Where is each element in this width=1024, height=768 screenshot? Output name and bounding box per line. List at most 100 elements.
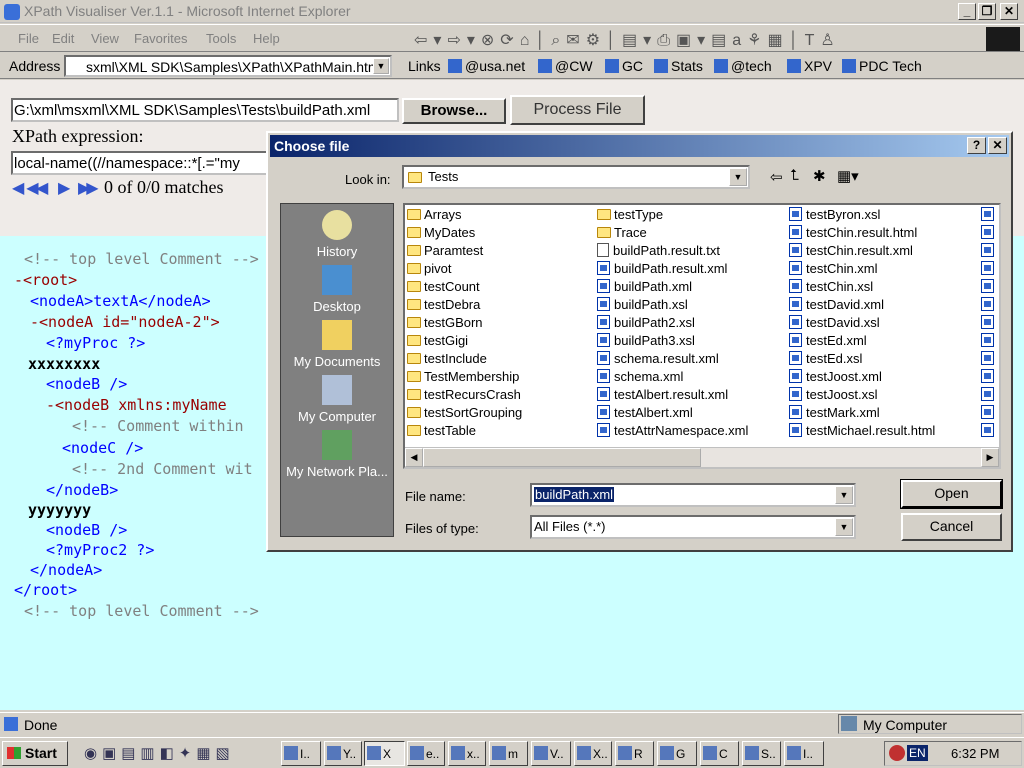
restore-button[interactable]: ❐ — [978, 3, 996, 20]
minimize-button[interactable]: _ — [958, 3, 976, 20]
file-list-item[interactable]: testDavid.xsl — [789, 315, 880, 333]
file-list-item[interactable]: buildPath3.xsl — [597, 333, 695, 351]
file-list-item-partial[interactable] — [981, 279, 998, 297]
file-list-item[interactable]: Paramtest — [407, 243, 483, 261]
look-in-dropdown-icon[interactable]: ▼ — [729, 168, 747, 186]
menu-favorites[interactable]: Favorites — [134, 31, 187, 46]
dialog-close-button[interactable]: ✕ — [988, 137, 1007, 154]
xpath-input[interactable]: local-name((//namespace::*[.="my — [11, 151, 271, 175]
file-name-input[interactable]: buildPath.xml ▼ — [530, 483, 856, 507]
link-tech[interactable]: @tech — [714, 58, 772, 74]
file-list-item[interactable]: testType — [597, 207, 663, 225]
file-list-item[interactable]: testMichael.result.html — [789, 423, 935, 441]
view-menu-icon[interactable]: ▦▾ — [837, 167, 859, 185]
file-path-input[interactable]: G:\xml\msxml\XML SDK\Samples\Tests\build… — [11, 98, 399, 122]
taskbar-task[interactable]: Y.. — [324, 741, 362, 766]
taskbar-task[interactable]: X — [364, 741, 405, 766]
file-list-item[interactable]: buildPath.result.txt — [597, 243, 720, 261]
link-pdc-tech[interactable]: PDC Tech — [842, 58, 922, 74]
files-of-type-select[interactable]: All Files (*.*) ▼ — [530, 515, 856, 539]
file-list-hscrollbar[interactable]: ◀ ▶ — [405, 447, 999, 467]
file-list-item[interactable]: testChin.result.xml — [789, 243, 913, 261]
link-gc[interactable]: GC — [605, 58, 643, 74]
taskbar-task[interactable]: x.. — [448, 741, 486, 766]
file-list-item-partial[interactable] — [981, 351, 998, 369]
link-cw[interactable]: @CW — [538, 58, 593, 74]
taskbar-task[interactable]: V.. — [531, 741, 571, 766]
taskbar-task[interactable]: m — [489, 741, 528, 766]
help-button[interactable]: ? — [967, 137, 986, 154]
cancel-button[interactable]: Cancel — [901, 513, 1002, 541]
look-in-select[interactable]: Tests ▼ — [402, 165, 750, 189]
file-list-item[interactable]: testMark.xml — [789, 405, 880, 423]
file-list-item[interactable]: testCount — [407, 279, 480, 297]
back-icon[interactable]: ⇦ — [770, 168, 783, 186]
process-file-button[interactable]: Process File — [510, 95, 645, 125]
xml-line[interactable]: -<nodeA id="nodeA-2"> — [30, 313, 220, 331]
file-list-item-partial[interactable] — [981, 333, 998, 351]
file-list-item[interactable]: MyDates — [407, 225, 475, 243]
toolbar-icons[interactable]: ⇦▾⇨▾⊗⟳⌂│⌕✉⚙│▤▾⎙▣▾▤a⚘▦│T♙ — [414, 30, 841, 50]
file-list-item-partial[interactable] — [981, 369, 998, 387]
file-list-item[interactable]: testRecursCrash — [407, 387, 521, 405]
taskbar-task[interactable]: R — [615, 741, 654, 766]
place-my-documents[interactable]: My Documents — [281, 320, 393, 369]
quick-launch-icons[interactable]: ◉▣▤▥◧✦▦▧ — [84, 744, 235, 762]
file-list-item[interactable]: testDavid.xml — [789, 297, 884, 315]
close-button[interactable]: ✕ — [1000, 3, 1018, 20]
file-list-item[interactable]: testJoost.xsl — [789, 387, 878, 405]
file-list-item-partial[interactable] — [981, 225, 998, 243]
scroll-thumb[interactable] — [423, 448, 701, 467]
place-my-network[interactable]: My Network Pla... — [281, 430, 393, 479]
browse-button[interactable]: Browse... — [402, 98, 506, 124]
taskbar-task[interactable]: C — [700, 741, 739, 766]
file-name-dropdown-icon[interactable]: ▼ — [835, 486, 853, 504]
file-list-item[interactable]: testEd.xml — [789, 333, 867, 351]
file-list-item-partial[interactable] — [981, 243, 998, 261]
start-button[interactable]: Start — [2, 741, 68, 766]
menu-help[interactable]: Help — [253, 31, 280, 46]
address-dropdown-icon[interactable]: ▼ — [373, 58, 389, 74]
menu-edit[interactable]: Edit — [52, 31, 74, 46]
file-list-item[interactable]: testGigi — [407, 333, 468, 351]
file-list-item[interactable]: testEd.xsl — [789, 351, 862, 369]
file-list-item[interactable]: testAlbert.result.xml — [597, 387, 728, 405]
taskbar-task[interactable]: G — [657, 741, 697, 766]
file-list-item[interactable]: schema.xml — [597, 369, 683, 387]
link-xpv[interactable]: XPV — [787, 58, 832, 74]
language-indicator[interactable]: EN — [907, 745, 928, 761]
file-list-item[interactable]: buildPath2.xsl — [597, 315, 695, 333]
nav-last-icon[interactable]: ▶▶ — [78, 178, 99, 198]
file-list-item[interactable]: Trace — [597, 225, 647, 243]
new-folder-icon[interactable]: ✱ — [813, 167, 826, 185]
file-list-item[interactable]: pivot — [407, 261, 451, 279]
file-list-item[interactable]: Arrays — [407, 207, 462, 225]
up-folder-icon[interactable]: ⮤ — [790, 167, 799, 184]
scroll-left-icon[interactable]: ◀ — [405, 448, 423, 467]
taskbar-task[interactable]: e.. — [407, 741, 445, 766]
file-list-item[interactable]: testChin.xml — [789, 261, 878, 279]
file-list-item[interactable]: testJoost.xml — [789, 369, 882, 387]
place-desktop[interactable]: Desktop — [281, 265, 393, 314]
nav-prev-icon[interactable]: ◀ — [36, 178, 48, 198]
file-list-item[interactable]: buildPath.result.xml — [597, 261, 727, 279]
file-list-item[interactable]: testSortGrouping — [407, 405, 522, 423]
file-list-item[interactable]: testAttrNamespace.xml — [597, 423, 748, 441]
file-list-item-partial[interactable] — [981, 423, 998, 441]
xml-line[interactable]: -<root> — [14, 271, 77, 289]
nav-next-icon[interactable]: ▶ — [58, 178, 70, 198]
file-list-item[interactable]: testTable — [407, 423, 476, 441]
file-list-item[interactable]: testChin.xsl — [789, 279, 873, 297]
place-my-computer[interactable]: My Computer — [281, 375, 393, 424]
file-list-item[interactable]: buildPath.xsl — [597, 297, 688, 315]
file-list-item-partial[interactable] — [981, 405, 998, 423]
file-list-item-partial[interactable] — [981, 297, 998, 315]
link-usa-net[interactable]: @usa.net — [448, 58, 525, 74]
file-list-item-partial[interactable] — [981, 387, 998, 405]
taskbar-task[interactable]: I.. — [784, 741, 824, 766]
menu-view[interactable]: View — [91, 31, 119, 46]
files-of-type-dropdown-icon[interactable]: ▼ — [835, 518, 853, 536]
scroll-right-icon[interactable]: ▶ — [981, 448, 999, 467]
file-list-item-partial[interactable] — [981, 315, 998, 333]
file-list-item[interactable]: testAlbert.xml — [597, 405, 693, 423]
